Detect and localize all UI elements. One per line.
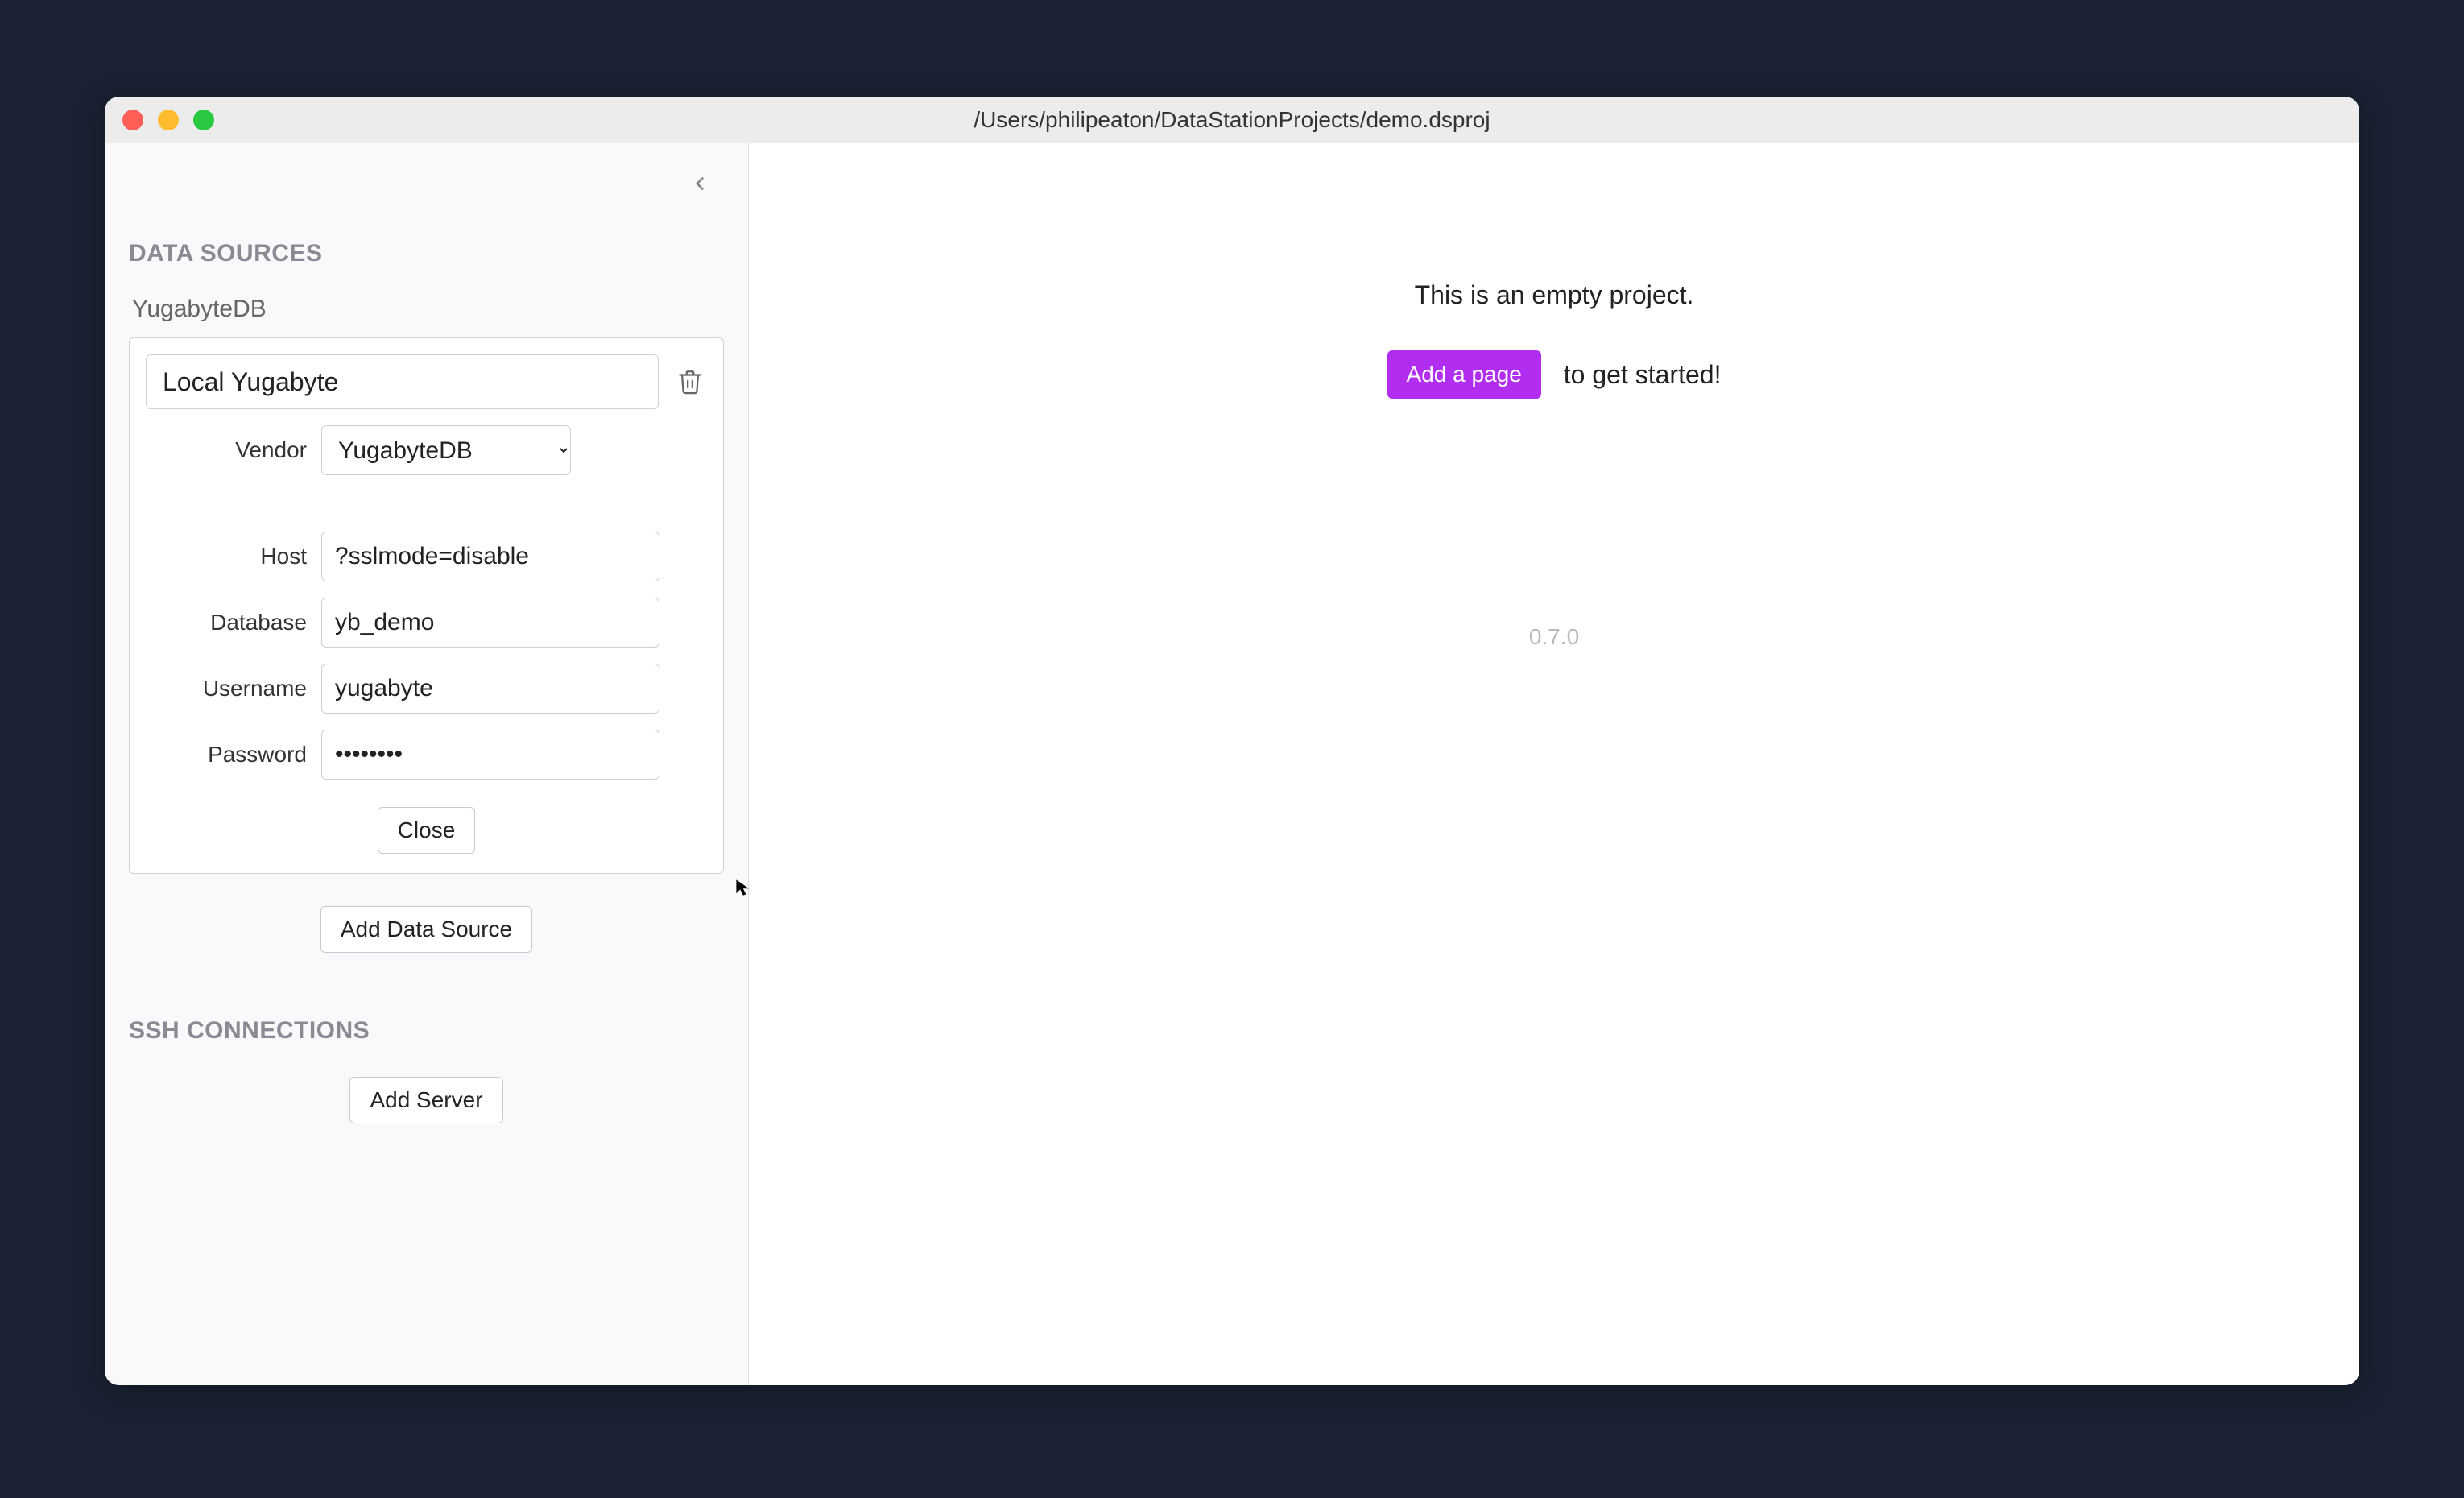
username-input[interactable]	[321, 664, 659, 714]
password-label: Password	[146, 742, 307, 768]
add-server-row: Add Server	[129, 1077, 724, 1124]
add-data-source-row: Add Data Source	[129, 906, 724, 953]
close-button[interactable]: Close	[378, 807, 476, 854]
delete-data-source-button[interactable]	[673, 365, 707, 399]
chevron-left-icon	[689, 173, 710, 194]
close-button-row: Close	[146, 807, 707, 854]
app-window: /Users/philipeaton/DataStationProjects/d…	[105, 97, 2359, 1385]
app-body: DATA SOURCES YugabyteDB Vendor YugabyteD…	[105, 143, 2359, 1385]
data-source-name-row	[146, 354, 707, 409]
collapse-sidebar-button[interactable]	[684, 168, 716, 200]
data-source-category: YugabyteDB	[129, 296, 724, 323]
vendor-row: Vendor YugabyteDB	[146, 425, 707, 475]
host-row: Host	[146, 532, 707, 581]
sidebar: DATA SOURCES YugabyteDB Vendor YugabyteD…	[105, 143, 749, 1385]
version-label: 0.7.0	[1529, 624, 1579, 650]
ssh-section: SSH CONNECTIONS Add Server	[129, 1017, 724, 1124]
add-data-source-button[interactable]: Add Data Source	[320, 906, 532, 953]
data-sources-header: DATA SOURCES	[129, 240, 724, 267]
add-server-button[interactable]: Add Server	[349, 1077, 502, 1124]
close-window-button[interactable]	[122, 110, 143, 130]
password-input[interactable]	[321, 730, 659, 780]
get-started-row: Add a page to get started!	[1387, 350, 1722, 399]
trash-icon	[676, 368, 704, 395]
main-panel: This is an empty project. Add a page to …	[749, 143, 2359, 1385]
get-started-suffix: to get started!	[1564, 360, 1722, 390]
sidebar-content: DATA SOURCES YugabyteDB Vendor YugabyteD…	[105, 143, 748, 1124]
database-label: Database	[146, 610, 307, 635]
vendor-select[interactable]: YugabyteDB	[321, 425, 571, 475]
host-label: Host	[146, 544, 307, 569]
window-controls	[122, 110, 214, 130]
database-row: Database	[146, 598, 707, 648]
minimize-window-button[interactable]	[158, 110, 179, 130]
ssh-connections-header: SSH CONNECTIONS	[129, 1017, 724, 1045]
data-source-name-input[interactable]	[146, 354, 659, 409]
password-row: Password	[146, 730, 707, 780]
add-page-button[interactable]: Add a page	[1387, 350, 1541, 399]
host-input[interactable]	[321, 532, 659, 581]
database-input[interactable]	[321, 598, 659, 648]
empty-project-message: This is an empty project.	[1415, 280, 1694, 310]
data-source-card: Vendor YugabyteDB Host Database	[129, 337, 724, 874]
username-label: Username	[146, 676, 307, 701]
vendor-label: Vendor	[146, 437, 307, 463]
fullscreen-window-button[interactable]	[193, 110, 214, 130]
username-row: Username	[146, 664, 707, 714]
titlebar: /Users/philipeaton/DataStationProjects/d…	[105, 97, 2359, 143]
window-title: /Users/philipeaton/DataStationProjects/d…	[105, 107, 2359, 133]
